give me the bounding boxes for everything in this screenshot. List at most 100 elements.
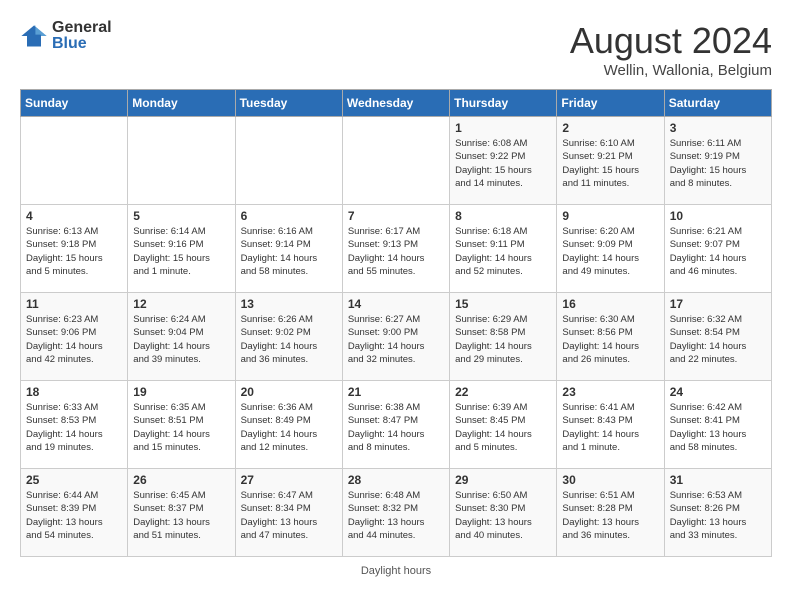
day-number: 27 [241, 473, 337, 487]
day-number: 4 [26, 209, 122, 223]
day-info: Sunrise: 6:50 AM Sunset: 8:30 PM Dayligh… [455, 489, 551, 542]
calendar-cell: 7 Sunrise: 6:17 AM Sunset: 9:13 PM Daylig… [342, 205, 449, 293]
calendar-week-1: 1 Sunrise: 6:08 AM Sunset: 9:22 PM Daylig… [21, 117, 772, 205]
day-number: 21 [348, 385, 444, 399]
day-number: 1 [455, 121, 551, 135]
footer-text: Daylight hours [20, 565, 772, 577]
calendar-cell: 4 Sunrise: 6:13 AM Sunset: 9:18 PM Daylig… [21, 205, 128, 293]
calendar-cell: 2 Sunrise: 6:10 AM Sunset: 9:21 PM Daylig… [557, 117, 664, 205]
day-info: Sunrise: 6:36 AM Sunset: 8:49 PM Dayligh… [241, 401, 337, 454]
column-header-thursday: Thursday [450, 90, 557, 117]
calendar-cell: 22Sunrise: 6:39 AM Sunset: 8:45 PM Dayli… [450, 381, 557, 469]
day-info: Sunrise: 6:11 AM Sunset: 9:19 PM Dayligh… [670, 137, 766, 190]
calendar-cell: 24Sunrise: 6:42 AM Sunset: 8:41 PM Dayli… [664, 381, 771, 469]
logo: General Blue [20, 20, 112, 52]
calendar-cell: 9Sunrise: 6:20 AM Sunset: 9:09 PM Daylig… [557, 205, 664, 293]
day-number: 20 [241, 385, 337, 399]
day-info: Sunrise: 6:47 AM Sunset: 8:34 PM Dayligh… [241, 489, 337, 542]
day-info: Sunrise: 6:48 AM Sunset: 8:32 PM Dayligh… [348, 489, 444, 542]
day-number: 25 [26, 473, 122, 487]
day-number: 16 [562, 297, 658, 311]
day-info: Sunrise: 6:08 AM Sunset: 9:22 PM Dayligh… [455, 137, 551, 190]
calendar-week-2: 4 Sunrise: 6:13 AM Sunset: 9:18 PM Daylig… [21, 205, 772, 293]
header-row: SundayMondayTuesdayWednesdayThursdayFrid… [21, 90, 772, 117]
day-number: 13 [241, 297, 337, 311]
day-info: Sunrise: 6:33 AM Sunset: 8:53 PM Dayligh… [26, 401, 122, 454]
column-header-friday: Friday [557, 90, 664, 117]
calendar-cell: 6Sunrise: 6:16 AM Sunset: 9:14 PM Daylig… [235, 205, 342, 293]
day-info: Sunrise: 6:29 AM Sunset: 8:58 PM Dayligh… [455, 313, 551, 366]
logo-general-text: General [52, 20, 112, 36]
calendar-cell: 3 Sunrise: 6:11 AM Sunset: 9:19 PM Daylig… [664, 117, 771, 205]
calendar-cell: 31Sunrise: 6:53 AM Sunset: 8:26 PM Dayli… [664, 469, 771, 557]
day-number: 12 [133, 297, 229, 311]
column-header-monday: Monday [128, 90, 235, 117]
day-info: Sunrise: 6:20 AM Sunset: 9:09 PM Dayligh… [562, 225, 658, 278]
day-number: 24 [670, 385, 766, 399]
day-number: 18 [26, 385, 122, 399]
day-number: 30 [562, 473, 658, 487]
calendar-cell: 30Sunrise: 6:51 AM Sunset: 8:28 PM Dayli… [557, 469, 664, 557]
day-info: Sunrise: 6:10 AM Sunset: 9:21 PM Dayligh… [562, 137, 658, 190]
calendar-cell: 12 Sunrise: 6:24 AM Sunset: 9:04 PM Dayli… [128, 293, 235, 381]
calendar-cell: 21 Sunrise: 6:38 AM Sunset: 8:47 PM Dayli… [342, 381, 449, 469]
day-number: 14 [348, 297, 444, 311]
day-info: Sunrise: 6:26 AM Sunset: 9:02 PM Dayligh… [241, 313, 337, 366]
day-info: Sunrise: 6:45 AM Sunset: 8:37 PM Dayligh… [133, 489, 229, 542]
logo-blue-text: Blue [52, 36, 112, 52]
column-header-sunday: Sunday [21, 90, 128, 117]
column-header-saturday: Saturday [664, 90, 771, 117]
calendar-cell: 29 Sunrise: 6:50 AM Sunset: 8:30 PM Dayli… [450, 469, 557, 557]
calendar-cell: 16Sunrise: 6:30 AM Sunset: 8:56 PM Dayli… [557, 293, 664, 381]
column-header-tuesday: Tuesday [235, 90, 342, 117]
day-number: 10 [670, 209, 766, 223]
day-info: Sunrise: 6:21 AM Sunset: 9:07 PM Dayligh… [670, 225, 766, 278]
day-info: Sunrise: 6:38 AM Sunset: 8:47 PM Dayligh… [348, 401, 444, 454]
day-info: Sunrise: 6:27 AM Sunset: 9:00 PM Dayligh… [348, 313, 444, 366]
day-info: Sunrise: 6:23 AM Sunset: 9:06 PM Dayligh… [26, 313, 122, 366]
calendar-cell: 23 Sunrise: 6:41 AM Sunset: 8:43 PM Dayli… [557, 381, 664, 469]
calendar-cell: 20 Sunrise: 6:36 AM Sunset: 8:49 PM Dayli… [235, 381, 342, 469]
calendar-cell: 27 Sunrise: 6:47 AM Sunset: 8:34 PM Dayli… [235, 469, 342, 557]
day-number: 3 [670, 121, 766, 135]
calendar-table: SundayMondayTuesdayWednesdayThursdayFrid… [20, 89, 772, 557]
month-title: August 2024 [570, 20, 772, 62]
day-number: 17 [670, 297, 766, 311]
calendar-cell: 11 Sunrise: 6:23 AM Sunset: 9:06 PM Dayli… [21, 293, 128, 381]
calendar-week-3: 11 Sunrise: 6:23 AM Sunset: 9:06 PM Dayli… [21, 293, 772, 381]
day-info: Sunrise: 6:41 AM Sunset: 8:43 PM Dayligh… [562, 401, 658, 454]
day-number: 7 [348, 209, 444, 223]
day-number: 22 [455, 385, 551, 399]
calendar-cell [342, 117, 449, 205]
calendar-cell: 5Sunrise: 6:14 AM Sunset: 9:16 PM Daylig… [128, 205, 235, 293]
day-number: 6 [241, 209, 337, 223]
calendar-cell: 14 Sunrise: 6:27 AM Sunset: 9:00 PM Dayli… [342, 293, 449, 381]
calendar-cell: 19 Sunrise: 6:35 AM Sunset: 8:51 PM Dayli… [128, 381, 235, 469]
location-text: Wellin, Wallonia, Belgium [570, 62, 772, 79]
day-info: Sunrise: 6:18 AM Sunset: 9:11 PM Dayligh… [455, 225, 551, 278]
calendar-cell: 25 Sunrise: 6:44 AM Sunset: 8:39 PM Dayli… [21, 469, 128, 557]
calendar-cell: 15 Sunrise: 6:29 AM Sunset: 8:58 PM Dayli… [450, 293, 557, 381]
day-number: 29 [455, 473, 551, 487]
day-number: 23 [562, 385, 658, 399]
day-number: 26 [133, 473, 229, 487]
calendar-cell: 10 Sunrise: 6:21 AM Sunset: 9:07 PM Dayli… [664, 205, 771, 293]
calendar-cell: 8Sunrise: 6:18 AM Sunset: 9:11 PM Daylig… [450, 205, 557, 293]
day-number: 28 [348, 473, 444, 487]
day-info: Sunrise: 6:13 AM Sunset: 9:18 PM Dayligh… [26, 225, 122, 278]
day-info: Sunrise: 6:14 AM Sunset: 9:16 PM Dayligh… [133, 225, 229, 278]
day-info: Sunrise: 6:32 AM Sunset: 8:54 PM Dayligh… [670, 313, 766, 366]
day-info: Sunrise: 6:44 AM Sunset: 8:39 PM Dayligh… [26, 489, 122, 542]
day-number: 19 [133, 385, 229, 399]
day-info: Sunrise: 6:17 AM Sunset: 9:13 PM Dayligh… [348, 225, 444, 278]
day-number: 11 [26, 297, 122, 311]
day-info: Sunrise: 6:24 AM Sunset: 9:04 PM Dayligh… [133, 313, 229, 366]
calendar-cell [21, 117, 128, 205]
day-info: Sunrise: 6:35 AM Sunset: 8:51 PM Dayligh… [133, 401, 229, 454]
page-header: General Blue August 2024 Wellin, Walloni… [20, 20, 772, 79]
calendar-cell: 18 Sunrise: 6:33 AM Sunset: 8:53 PM Dayli… [21, 381, 128, 469]
calendar-week-5: 25 Sunrise: 6:44 AM Sunset: 8:39 PM Dayli… [21, 469, 772, 557]
calendar-cell: 26 Sunrise: 6:45 AM Sunset: 8:37 PM Dayli… [128, 469, 235, 557]
day-number: 15 [455, 297, 551, 311]
day-number: 2 [562, 121, 658, 135]
